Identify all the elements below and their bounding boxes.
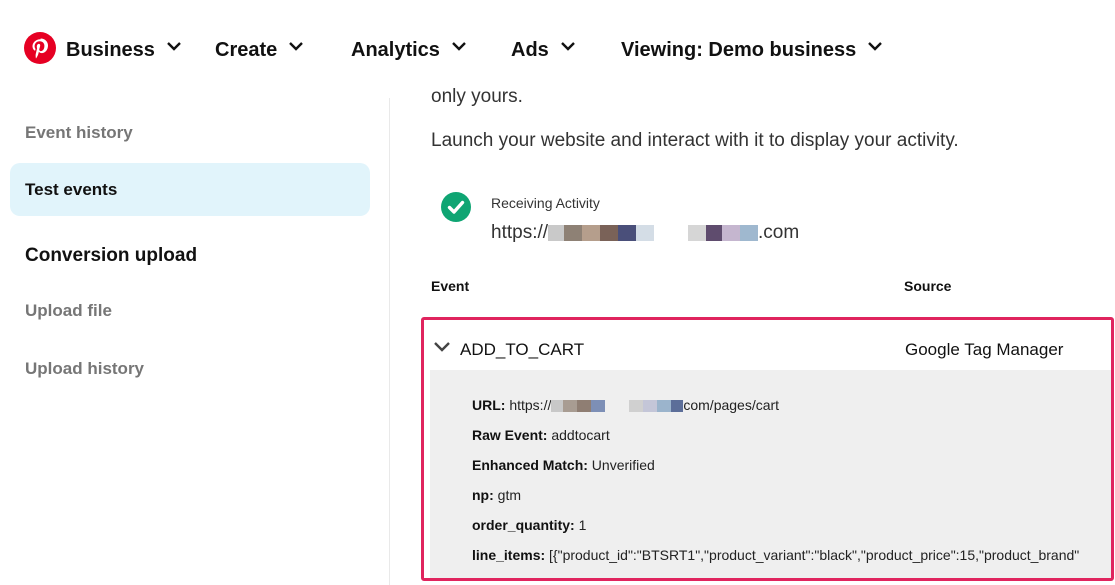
detail-enhanced-match: Enhanced Match: Unverified	[472, 457, 655, 473]
main-content: only yours. Launch your website and inte…	[421, 86, 1115, 585]
redacted-block	[722, 224, 741, 241]
chevron-down-icon	[167, 41, 181, 53]
sidebar-item-event-history[interactable]: Event history	[25, 123, 133, 143]
detail-key: URL:	[472, 397, 506, 413]
detail-value: gtm	[497, 487, 521, 503]
redacted-block	[657, 400, 672, 413]
top-navigation: Business Create Analytics Ads Viewing: D…	[0, 0, 1115, 98]
status-url-prefix: https://	[491, 222, 549, 243]
detail-np: np: gtm	[472, 487, 521, 503]
chevron-down-icon	[560, 41, 575, 53]
redacted-block	[688, 224, 707, 241]
nav-analytics-label: Analytics	[351, 38, 440, 61]
check-circle-icon	[441, 192, 471, 222]
sidebar-item-upload-file[interactable]: Upload file	[25, 301, 112, 321]
status-label: Receiving Activity	[491, 195, 600, 211]
detail-value: [{"product_id":"BTSRT1","product_variant…	[549, 547, 1080, 563]
sidebar-item-upload-history[interactable]: Upload history	[25, 359, 144, 379]
event-details-panel: URL: https:// com/pages/cart Raw Event: a…	[430, 370, 1111, 578]
partial-text: only yours.	[431, 86, 523, 107]
table-row[interactable]: ADD_TO_CART Google Tag Manager	[424, 320, 1111, 372]
detail-raw-event: Raw Event: addtocart	[472, 427, 610, 443]
status-url-suffix: .com	[758, 222, 800, 243]
nav-create[interactable]: Create	[215, 36, 304, 64]
redacted-block	[740, 224, 759, 241]
chevron-down-icon[interactable]	[433, 341, 451, 353]
redacted-block	[605, 400, 630, 413]
detail-line-items: line_items: [{"product_id":"BTSRT1","pro…	[472, 547, 1079, 563]
detail-value: addtocart	[551, 427, 610, 443]
redacted-block	[600, 224, 619, 241]
chevron-down-icon	[452, 41, 466, 53]
chevron-down-icon	[868, 41, 883, 53]
sidebar-item-test-events[interactable]: Test events	[10, 163, 370, 216]
event-row-expanded: ADD_TO_CART Google Tag Manager URL: http…	[421, 317, 1114, 581]
redacted-block	[654, 224, 689, 241]
redacted-block	[629, 400, 644, 413]
detail-key: Raw Event:	[472, 427, 548, 443]
chevron-down-icon	[289, 41, 304, 53]
detail-url-prefix: https://	[509, 397, 552, 413]
redacted-block	[618, 224, 637, 241]
detail-value: Unverified	[591, 457, 655, 473]
nav-ads-label: Ads	[511, 38, 549, 61]
detail-key: order_quantity:	[472, 517, 575, 533]
sidebar: Event history Test events Conversion upl…	[0, 98, 390, 585]
detail-url-suffix: com/pages/cart	[683, 397, 780, 413]
nav-analytics[interactable]: Analytics	[351, 36, 466, 64]
redacted-block	[591, 400, 606, 413]
detail-key: Enhanced Match:	[472, 457, 588, 473]
redacted-block	[706, 224, 723, 241]
event-name: ADD_TO_CART	[460, 340, 585, 359]
redacted-block	[551, 400, 564, 413]
detail-order-quantity: order_quantity: 1	[472, 517, 586, 533]
detail-key: line_items:	[472, 547, 546, 563]
detail-key: np:	[472, 487, 494, 503]
pinterest-logo-icon[interactable]	[24, 32, 56, 64]
redacted-block	[582, 224, 601, 241]
redacted-block	[636, 224, 655, 241]
nav-business-label: Business	[66, 38, 155, 61]
column-header-source: Source	[904, 278, 952, 294]
redacted-block	[564, 224, 583, 241]
nav-ads[interactable]: Ads	[511, 36, 575, 64]
redacted-block	[577, 400, 592, 413]
nav-create-label: Create	[215, 38, 278, 61]
sidebar-heading-conversion-upload: Conversion upload	[25, 245, 198, 266]
intro-text: Launch your website and interact with it…	[431, 130, 959, 151]
nav-business[interactable]: Business	[66, 36, 181, 64]
detail-url: URL: https:// com/pages/cart	[472, 397, 779, 413]
nav-viewing-label: Viewing: Demo business	[621, 38, 857, 61]
nav-viewing-account[interactable]: Viewing: Demo business	[621, 36, 883, 64]
redacted-block	[671, 400, 684, 413]
redacted-block	[548, 224, 565, 241]
event-source: Google Tag Manager	[905, 340, 1064, 359]
redacted-block	[563, 400, 578, 413]
sidebar-item-label: Test events	[25, 180, 118, 199]
redacted-block	[643, 400, 658, 413]
detail-value: 1	[578, 517, 587, 533]
status-url: https:// .com	[491, 222, 799, 244]
column-header-event: Event	[431, 278, 470, 294]
